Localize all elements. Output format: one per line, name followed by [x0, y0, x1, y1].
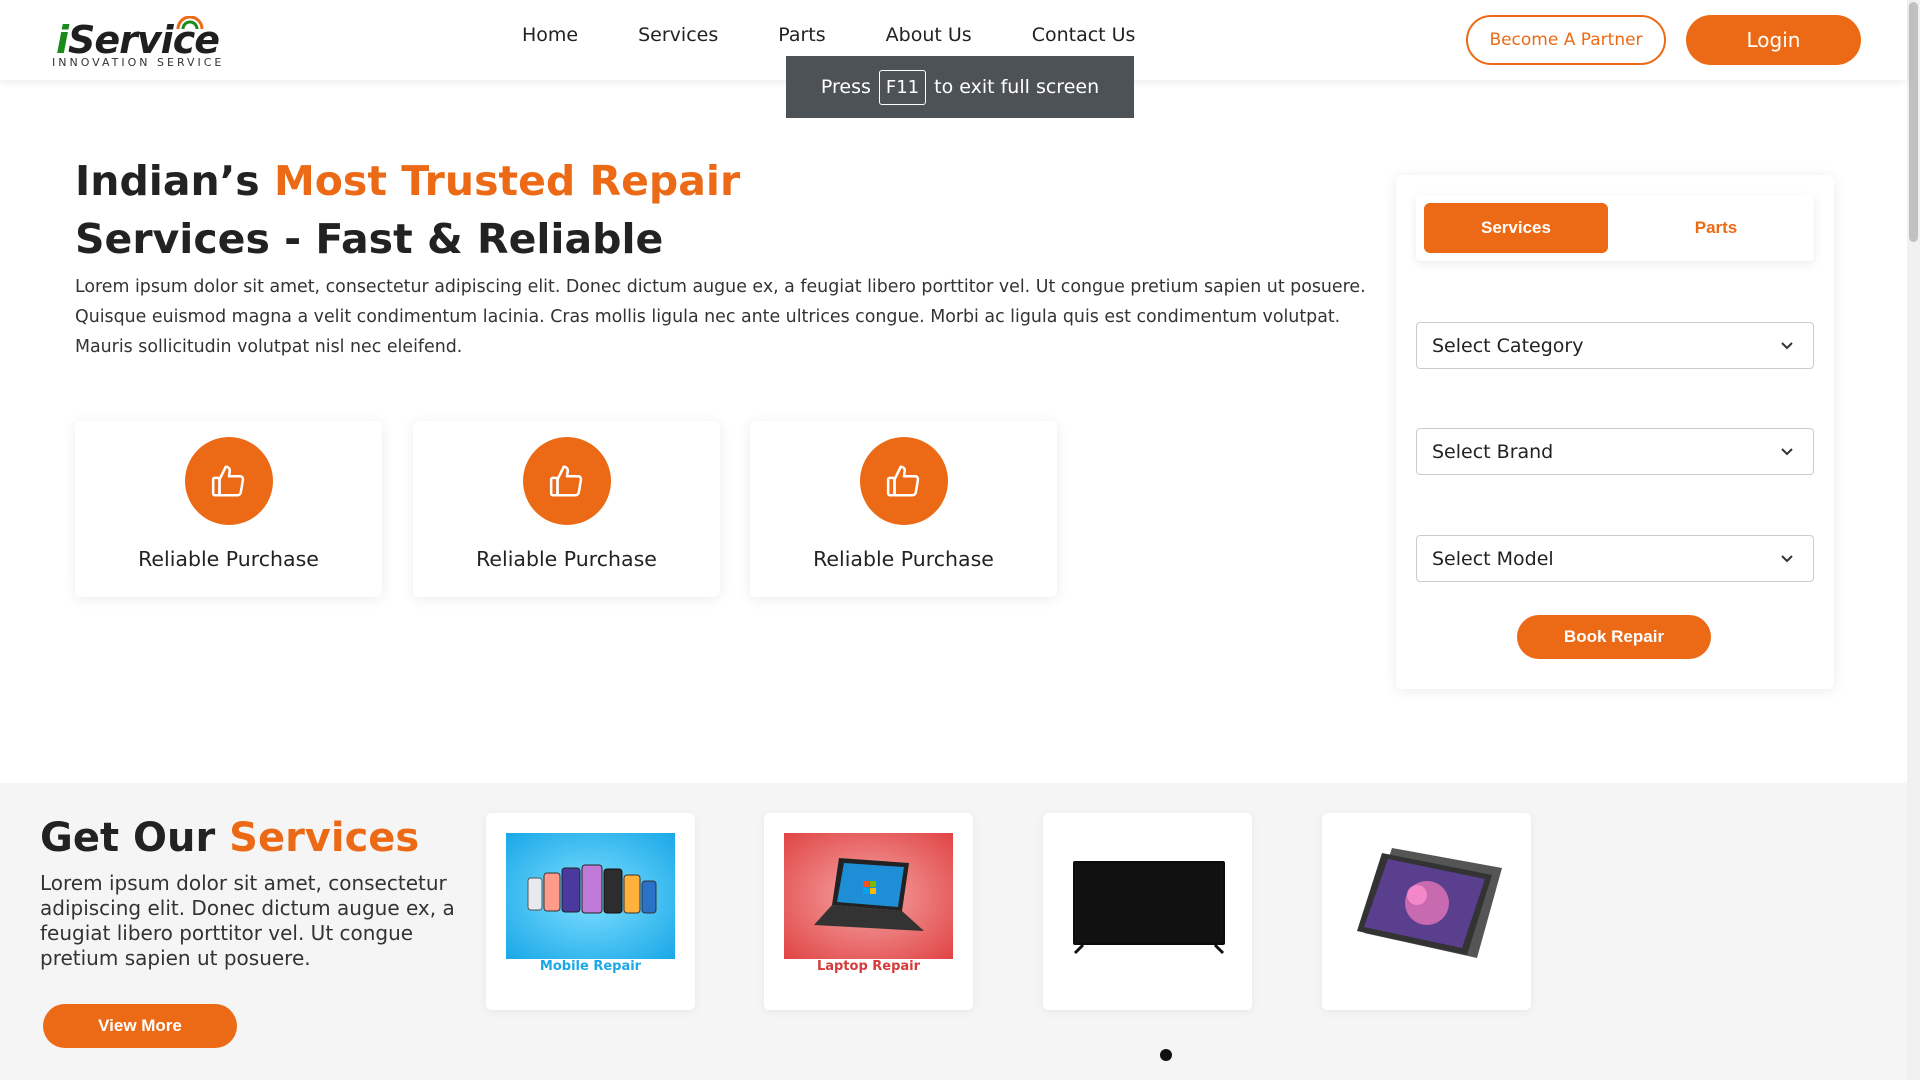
thumbs-up-icon: [211, 465, 245, 497]
scrollbar-thumb[interactable]: [1909, 2, 1918, 242]
service-card-mobile[interactable]: Mobile Repair: [486, 813, 695, 1010]
model-select-value: Select Model: [1432, 547, 1554, 570]
logo[interactable]: iService INNOVATION SERVICE: [46, 14, 246, 70]
page-scrollbar[interactable]: [1907, 0, 1920, 1080]
feature-icon-circle: [860, 437, 948, 525]
thumbs-up-icon: [549, 465, 583, 497]
tablet-image: [1342, 833, 1511, 959]
nav-parts[interactable]: Parts: [778, 24, 825, 46]
booking-panel: Services Parts Select Category Select Br…: [1396, 175, 1834, 689]
logo-tagline: INNOVATION SERVICE: [52, 56, 225, 69]
nav-home[interactable]: Home: [522, 24, 578, 46]
brand-select[interactable]: Select Brand: [1416, 428, 1814, 475]
hero-description: Lorem ipsum dolor sit amet, consectetur …: [75, 277, 1366, 357]
fullscreen-toast: Press F11 to exit full screen: [786, 56, 1134, 118]
feature-icon-circle: [185, 437, 273, 525]
toast-text-before: Press: [820, 76, 871, 98]
hero-title-line2: Services - Fast & Reliable: [75, 215, 664, 263]
main-nav: Home Services Parts About Us Contact Us: [522, 24, 1195, 46]
nav-about-us[interactable]: About Us: [886, 24, 972, 46]
television-image: [1063, 833, 1232, 959]
hero-title-accent: Most Trusted Repair: [273, 157, 741, 205]
nav-services[interactable]: Services: [638, 24, 718, 46]
feature-icon-circle: [523, 437, 611, 525]
feature-label: Reliable Purchase: [138, 547, 319, 571]
nav-contact-us[interactable]: Contact Us: [1032, 24, 1136, 46]
laptop-image: [784, 833, 953, 959]
service-card-tv[interactable]: [1043, 813, 1252, 1010]
tab-parts[interactable]: Parts: [1624, 203, 1808, 253]
feature-label: Reliable Purchase: [476, 547, 657, 571]
become-partner-button[interactable]: Become A Partner: [1466, 15, 1666, 65]
services-title-accent: Services: [229, 815, 420, 861]
thumbs-up-icon: [886, 465, 920, 497]
services-title-prefix: Get Our: [40, 815, 230, 861]
service-card-laptop[interactable]: Laptop Repair: [764, 813, 973, 1010]
hero-title: Indian’s Most Trusted Repair Services - …: [75, 152, 740, 268]
book-repair-button[interactable]: Book Repair: [1517, 615, 1711, 659]
mobile-phones-image: [506, 833, 675, 959]
feature-card: Reliable Purchase: [750, 421, 1057, 597]
services-title: Get Our Services: [40, 815, 419, 861]
chevron-down-icon: [1781, 342, 1793, 350]
service-card-tablet[interactable]: [1322, 813, 1531, 1010]
model-select[interactable]: Select Model: [1416, 535, 1814, 582]
service-card-caption: Mobile Repair: [539, 959, 642, 974]
services-section: Get Our Services Lorem ipsum dolor sit a…: [0, 783, 1907, 1080]
chevron-down-icon: [1781, 555, 1793, 563]
hero-title-prefix: Indian’s: [75, 157, 274, 205]
booking-tabs: Services Parts: [1416, 195, 1814, 261]
services-description: Lorem ipsum dolor sit amet, consectetur …: [40, 871, 455, 970]
toast-key: F11: [878, 69, 927, 105]
chevron-down-icon: [1781, 448, 1793, 456]
brand-select-value: Select Brand: [1432, 440, 1554, 463]
category-select[interactable]: Select Category: [1416, 322, 1814, 369]
view-more-button[interactable]: View More: [43, 1004, 237, 1048]
toast-text-after: to exit full screen: [934, 76, 1100, 98]
category-select-value: Select Category: [1432, 334, 1584, 357]
tab-services[interactable]: Services: [1424, 203, 1608, 253]
login-button[interactable]: Login: [1686, 15, 1861, 65]
feature-label: Reliable Purchase: [813, 547, 994, 571]
service-card-caption: Laptop Repair: [816, 959, 921, 974]
feature-card: Reliable Purchase: [75, 421, 382, 597]
feature-card: Reliable Purchase: [413, 421, 720, 597]
carousel-dot[interactable]: [1160, 1049, 1172, 1061]
